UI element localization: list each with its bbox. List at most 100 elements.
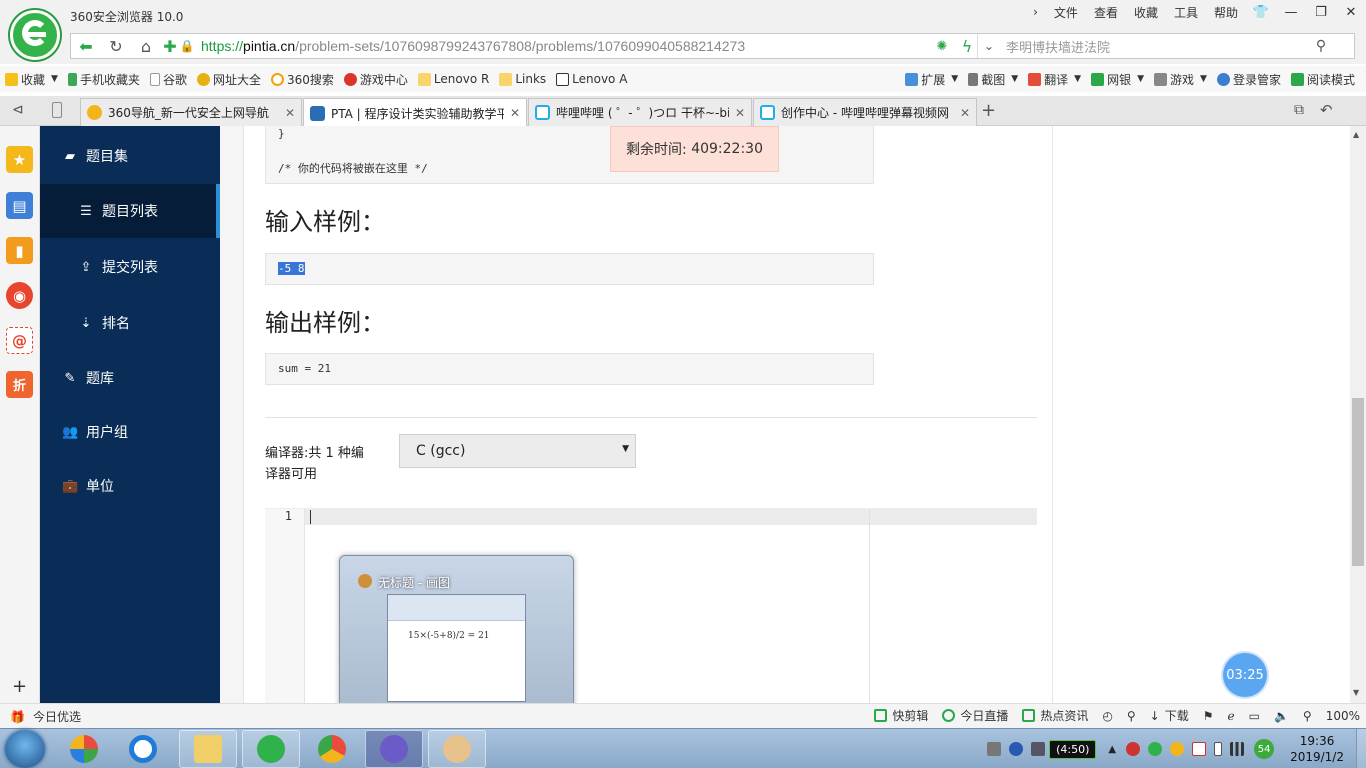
input-sample-box[interactable]: -5 8: [265, 253, 874, 285]
tab-360-nav[interactable]: 360导航_新一代安全上网导航 ✕: [80, 98, 302, 126]
favorites-star-icon[interactable]: ★: [6, 146, 33, 173]
flag-icon[interactable]: ⚑: [1203, 709, 1214, 723]
screenshot-button[interactable]: 截图 ▼: [963, 71, 1023, 88]
taskbar-ie[interactable]: [114, 730, 172, 768]
display-icon[interactable]: [1031, 742, 1046, 756]
bookmark-hao360[interactable]: 网址大全: [192, 71, 266, 88]
taskbar-app-store[interactable]: [55, 730, 113, 768]
banking-button[interactable]: 网银 ▼: [1086, 71, 1149, 88]
search-icon[interactable]: ⚲: [1306, 34, 1336, 58]
taskbar-chrome[interactable]: [303, 730, 361, 768]
scroll-thumb[interactable]: [1352, 398, 1364, 566]
bookmark-games[interactable]: 游戏中心: [339, 71, 413, 88]
nav-problem-sets[interactable]: ▰ 题目集: [40, 129, 220, 183]
taskbar-360-browser[interactable]: [242, 730, 300, 768]
menu-tools[interactable]: 工具: [1166, 4, 1206, 21]
menu-view[interactable]: 查看: [1086, 4, 1126, 21]
close-tab-icon[interactable]: ✕: [510, 106, 520, 120]
sidebar-toggle-icon[interactable]: ⊲: [12, 102, 24, 118]
shirt-skin-icon[interactable]: 👕: [1246, 5, 1276, 20]
nav-problem-bank[interactable]: ✎ 题库: [40, 351, 220, 405]
output-sample-box[interactable]: sum = 21: [265, 353, 874, 385]
nav-user-groups[interactable]: 👥 用户组: [40, 405, 220, 459]
360-tray-icon[interactable]: [1148, 742, 1163, 756]
tab-pta[interactable]: PTA | 程序设计类实验辅助教学平 ✕: [303, 98, 527, 127]
muted-icon[interactable]: [1126, 742, 1141, 756]
home-icon[interactable]: ⌂: [131, 34, 161, 58]
add-sidebar-icon[interactable]: +: [12, 676, 27, 697]
lightning-icon[interactable]: ϟ: [957, 34, 977, 58]
search-input[interactable]: 李明博扶墙进法院: [1006, 37, 1286, 56]
new-tab-button[interactable]: +: [981, 100, 996, 121]
nav-submissions[interactable]: ⇪ 提交列表: [40, 240, 220, 294]
hot-news-button[interactable]: 热点资讯: [1022, 707, 1088, 724]
zoom-icon[interactable]: ⚲: [1303, 709, 1312, 723]
menu-help[interactable]: 帮助: [1206, 4, 1246, 21]
minimize-button[interactable]: —: [1276, 5, 1306, 20]
reading-mode-button[interactable]: 阅读模式: [1286, 71, 1360, 88]
bookmark-google[interactable]: 谷歌: [145, 71, 192, 88]
restore-button[interactable]: ❐: [1306, 5, 1336, 20]
tray-chevron-up-icon[interactable]: ▲: [1108, 744, 1116, 755]
live-button[interactable]: 今日直播: [942, 707, 1008, 724]
quick-edit-button[interactable]: 快剪辑: [874, 707, 928, 724]
battery-time[interactable]: (4:50): [1049, 739, 1097, 759]
weibo-icon[interactable]: ◉: [6, 282, 33, 309]
taskbar-explorer[interactable]: [179, 730, 237, 768]
360-browser-logo[interactable]: [10, 10, 60, 60]
window-icon[interactable]: ▭: [1249, 709, 1260, 723]
signal-icon[interactable]: [1230, 742, 1245, 756]
taskbar-window-preview[interactable]: 无标题 - 画图 15×(-5+8)/2 = 21: [339, 555, 574, 720]
taskbar-paint[interactable]: [428, 730, 486, 768]
menu-favorites[interactable]: 收藏: [1126, 4, 1166, 21]
chevron-down-icon[interactable]: ⌄: [978, 34, 1000, 58]
nav-units[interactable]: 💼 单位: [40, 459, 220, 513]
show-desktop-button[interactable]: [1356, 729, 1366, 768]
tab-list-icon[interactable]: ⧉: [1294, 102, 1304, 118]
speed-icon[interactable]: ◴: [1102, 709, 1112, 723]
close-button[interactable]: ✕: [1336, 5, 1366, 20]
tab-bilibili-creator[interactable]: 创作中心 - 哔哩哔哩弹幕视频网 ✕: [753, 98, 977, 126]
flag-tray-icon[interactable]: [1192, 742, 1207, 756]
tab-bilibili[interactable]: 哔哩哔哩 ( ゜- ゜)つロ 干杯~-bili ✕: [528, 98, 752, 126]
battery-icon[interactable]: [1214, 742, 1223, 756]
url-field[interactable]: https://pintia.cn/problem-sets/107609879…: [201, 38, 927, 54]
taskbar-active-app[interactable]: [365, 730, 423, 768]
system-clock[interactable]: 19:36 2019/1/2: [1290, 733, 1344, 765]
extensions-button[interactable]: 扩展 ▼: [900, 71, 963, 88]
tray-notification-badge[interactable]: 54: [1254, 739, 1275, 759]
bookmark-lenovo-a[interactable]: Lenovo A: [551, 72, 632, 86]
news-feed-icon[interactable]: ▤: [6, 192, 33, 219]
bookmark-360search[interactable]: 360搜索: [266, 71, 339, 88]
close-tab-icon[interactable]: ✕: [285, 106, 295, 120]
games-button[interactable]: 游戏 ▼: [1149, 71, 1212, 88]
bookmark-links[interactable]: Links: [494, 72, 551, 86]
bookmark-favorites[interactable]: 收藏 ▼: [0, 71, 63, 88]
ie-mode-icon[interactable]: ℯ: [1227, 709, 1234, 723]
daily-picks[interactable]: 🎁 今日优选: [10, 708, 81, 725]
reload-icon[interactable]: ↻: [101, 34, 131, 58]
back-arrow-icon[interactable]: ⬅: [71, 34, 101, 58]
pin-icon[interactable]: ⚲: [1127, 709, 1136, 723]
translate-button[interactable]: 翻译 ▼: [1023, 71, 1086, 88]
help-icon[interactable]: [1009, 742, 1024, 756]
phone-sync-icon[interactable]: [52, 102, 62, 118]
shield-icon[interactable]: ✚: [161, 34, 179, 58]
download-button[interactable]: ↓ 下载: [1150, 707, 1189, 724]
zoom-level[interactable]: 100%: [1326, 709, 1360, 723]
volume-icon[interactable]: 🔈: [1274, 709, 1289, 723]
vertical-scrollbar[interactable]: ▲ ▼: [1350, 126, 1366, 703]
mail-at-icon[interactable]: @: [6, 327, 33, 354]
nav-ranking[interactable]: ⇣ 排名: [40, 296, 220, 350]
discount-icon[interactable]: 折: [6, 371, 33, 398]
bookmark-mobile[interactable]: 手机收藏夹: [63, 71, 145, 88]
start-button[interactable]: [5, 730, 45, 768]
floating-clock-widget[interactable]: 03:25: [1223, 653, 1267, 697]
bookmark-book-icon[interactable]: ▮: [6, 237, 33, 264]
preview-thumbnail[interactable]: 15×(-5+8)/2 = 21: [387, 594, 526, 702]
menu-file[interactable]: 文件: [1046, 4, 1086, 21]
bookmark-lenovo-r[interactable]: Lenovo R: [413, 72, 494, 86]
close-tab-icon[interactable]: ✕: [960, 106, 970, 120]
scroll-down-icon[interactable]: ▼: [1353, 688, 1359, 697]
360-safe-icon[interactable]: [1170, 742, 1185, 756]
